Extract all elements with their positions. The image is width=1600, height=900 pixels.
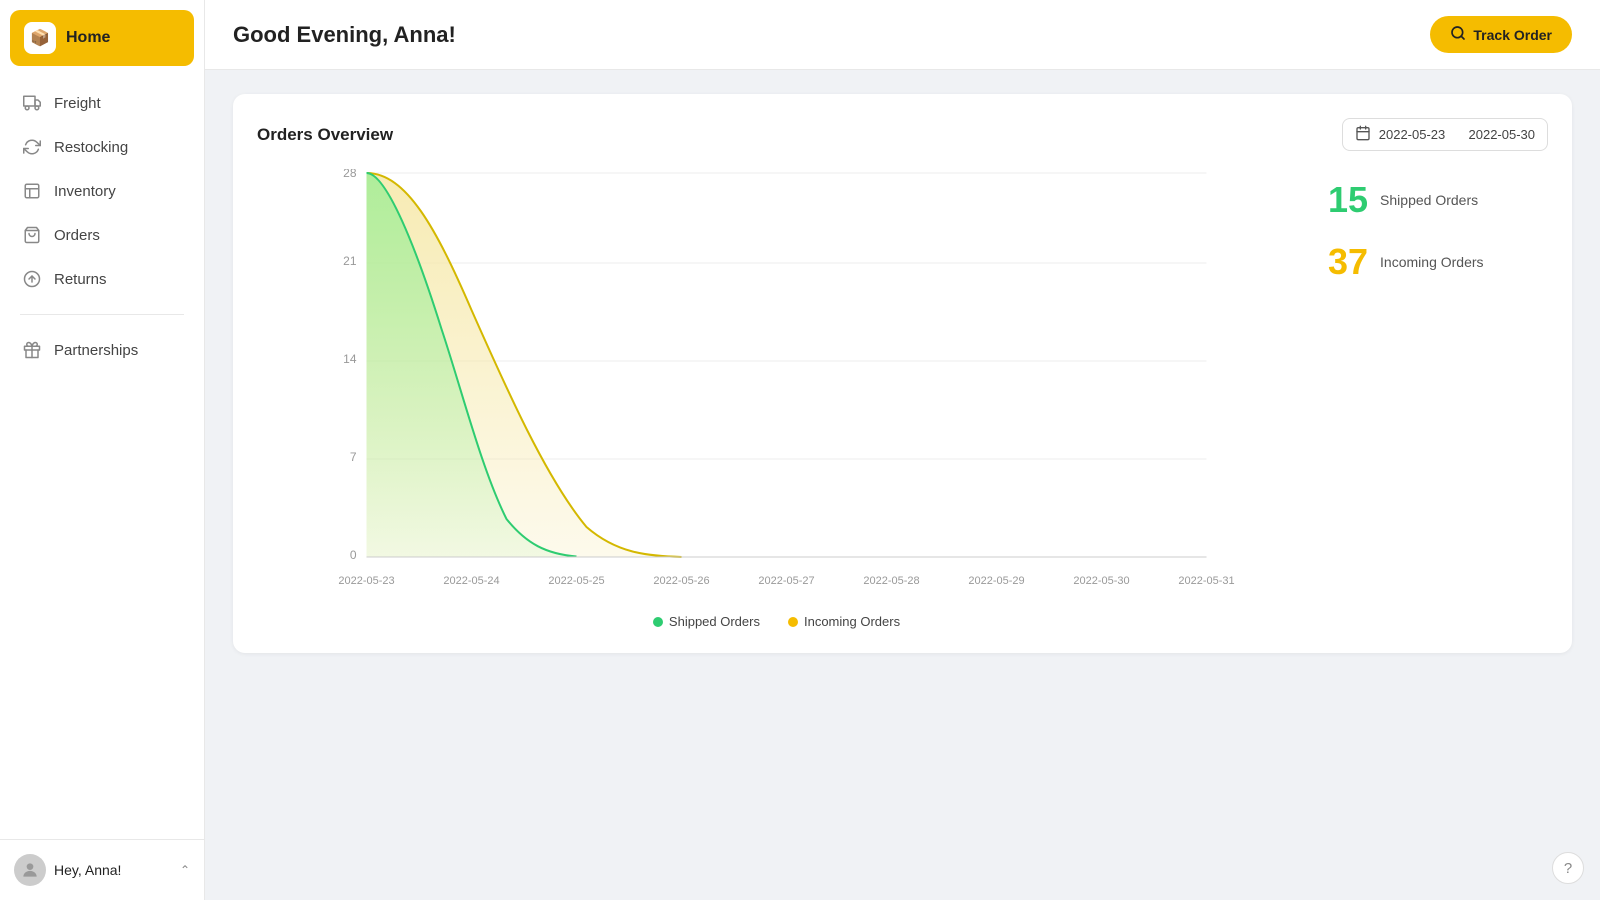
sidebar-logo-label: Home bbox=[66, 29, 110, 47]
svg-text:2022-05-28: 2022-05-28 bbox=[863, 575, 919, 587]
sidebar-item-orders-label: Orders bbox=[54, 227, 100, 244]
svg-text:2022-05-26: 2022-05-26 bbox=[653, 575, 709, 587]
sidebar-item-partnerships[interactable]: Partnerships bbox=[10, 329, 194, 371]
sidebar-item-partnerships-label: Partnerships bbox=[54, 342, 138, 359]
sidebar-item-restocking-label: Restocking bbox=[54, 139, 128, 156]
date-end: 2022-05-30 bbox=[1469, 127, 1536, 142]
legend-incoming: Incoming Orders bbox=[788, 614, 900, 629]
refresh-icon bbox=[22, 137, 42, 157]
legend-incoming-label: Incoming Orders bbox=[804, 614, 900, 629]
svg-text:21: 21 bbox=[343, 254, 357, 268]
chart-header: Orders Overview 2022-05-23 2022-05-30 bbox=[257, 118, 1548, 151]
shipped-label: Shipped Orders bbox=[1380, 192, 1478, 208]
svg-text:0: 0 bbox=[350, 548, 357, 562]
track-order-button[interactable]: Track Order bbox=[1430, 16, 1572, 53]
return-icon bbox=[22, 269, 42, 289]
svg-text:7: 7 bbox=[350, 450, 357, 464]
svg-text:2022-05-25: 2022-05-25 bbox=[548, 575, 604, 587]
search-icon bbox=[1450, 25, 1466, 44]
nav-divider bbox=[20, 314, 184, 315]
date-separator bbox=[1453, 127, 1460, 142]
shipped-stat: 15 Shipped Orders bbox=[1328, 179, 1548, 221]
page-header: Good Evening, Anna! Track Order bbox=[205, 0, 1600, 70]
svg-text:2022-05-29: 2022-05-29 bbox=[968, 575, 1024, 587]
svg-text:2022-05-30: 2022-05-30 bbox=[1073, 575, 1129, 587]
avatar bbox=[14, 854, 46, 886]
svg-text:28: 28 bbox=[343, 169, 357, 180]
legend-shipped-label: Shipped Orders bbox=[669, 614, 760, 629]
gift-icon bbox=[22, 340, 42, 360]
calendar-icon bbox=[1355, 125, 1371, 144]
chart-body: 0 7 14 21 28 2022-05- bbox=[257, 169, 1548, 629]
logo-icon: 📦 bbox=[24, 22, 56, 54]
chart-stats: 15 Shipped Orders 37 Incoming Orders bbox=[1328, 169, 1548, 629]
legend-shipped: Shipped Orders bbox=[653, 614, 760, 629]
sidebar-item-restocking[interactable]: Restocking bbox=[10, 126, 194, 168]
shipped-dot bbox=[653, 617, 663, 627]
sidebar-item-freight[interactable]: Freight bbox=[10, 82, 194, 124]
sidebar-item-freight-label: Freight bbox=[54, 95, 101, 112]
track-order-label: Track Order bbox=[1473, 27, 1552, 43]
chevron-up-icon[interactable]: ⌃ bbox=[180, 863, 190, 877]
incoming-stat: 37 Incoming Orders bbox=[1328, 241, 1548, 283]
sidebar-item-orders[interactable]: Orders bbox=[10, 214, 194, 256]
sidebar-nav: Freight Restocking Inventory Orders Retu… bbox=[0, 82, 204, 839]
svg-text:2022-05-27: 2022-05-27 bbox=[758, 575, 814, 587]
chart-legend: Shipped Orders Incoming Orders bbox=[257, 614, 1296, 629]
chart-svg-area: 0 7 14 21 28 2022-05- bbox=[257, 169, 1296, 629]
sidebar: 📦 Home Freight Restocking Inventory O bbox=[0, 0, 205, 900]
incoming-label: Incoming Orders bbox=[1380, 254, 1483, 270]
svg-text:2022-05-24: 2022-05-24 bbox=[443, 575, 499, 587]
svg-text:2022-05-31: 2022-05-31 bbox=[1178, 575, 1234, 587]
user-name: Hey, Anna! bbox=[54, 862, 121, 878]
bag-icon bbox=[22, 225, 42, 245]
date-range-picker[interactable]: 2022-05-23 2022-05-30 bbox=[1342, 118, 1548, 151]
box-icon bbox=[22, 181, 42, 201]
incoming-dot bbox=[788, 617, 798, 627]
date-start: 2022-05-23 bbox=[1379, 127, 1446, 142]
svg-text:2022-05-23: 2022-05-23 bbox=[338, 575, 394, 587]
sidebar-item-inventory[interactable]: Inventory bbox=[10, 170, 194, 212]
home-nav-item[interactable]: 📦 Home bbox=[10, 10, 194, 66]
sidebar-item-inventory-label: Inventory bbox=[54, 183, 116, 200]
sidebar-item-returns-label: Returns bbox=[54, 271, 107, 288]
user-info[interactable]: Hey, Anna! bbox=[14, 854, 121, 886]
main-area: Orders Overview 2022-05-23 2022-05-30 0 bbox=[205, 70, 1600, 900]
help-button[interactable]: ? bbox=[1552, 852, 1584, 884]
chart-title: Orders Overview bbox=[257, 125, 393, 145]
incoming-count: 37 bbox=[1328, 241, 1368, 283]
main-content: Good Evening, Anna! Track Order Orders O… bbox=[205, 0, 1600, 900]
shipped-count: 15 bbox=[1328, 179, 1368, 221]
page-title: Good Evening, Anna! bbox=[233, 22, 456, 48]
truck-icon bbox=[22, 93, 42, 113]
svg-text:14: 14 bbox=[343, 352, 357, 366]
sidebar-bottom: Hey, Anna! ⌃ bbox=[0, 839, 204, 900]
sidebar-item-returns[interactable]: Returns bbox=[10, 258, 194, 300]
chart-visualization: 0 7 14 21 28 2022-05- bbox=[257, 169, 1296, 599]
orders-overview-card: Orders Overview 2022-05-23 2022-05-30 0 bbox=[233, 94, 1572, 653]
